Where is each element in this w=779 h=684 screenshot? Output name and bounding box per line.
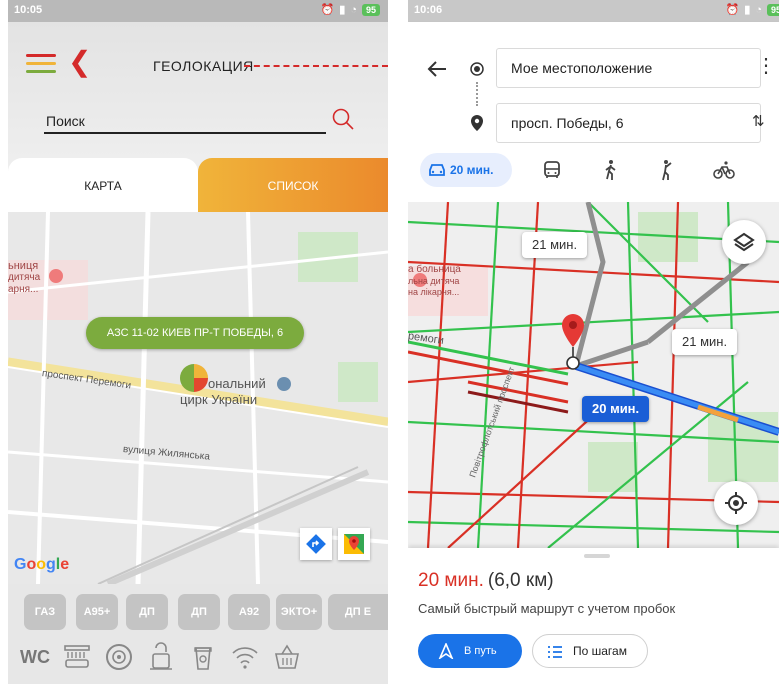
station-marker-icon[interactable] [180, 364, 208, 392]
page-title: ГЕОЛОКАЦИЯ [153, 58, 254, 74]
route-time: 20 мин. [418, 570, 484, 591]
tab-list[interactable]: СПИСОК [198, 158, 388, 212]
destination-pin-icon [471, 115, 483, 131]
list-icon [548, 646, 562, 658]
right-maps-screen: 10:06 ⏰ ▮ ◔ 95 Мое местоположение просп.… [408, 0, 779, 684]
map-label-hospital-3: арня... [8, 284, 39, 295]
alarm-icon: ⏰ [320, 4, 335, 16]
route-description: Самый быстрый маршрут с учетом пробок [418, 601, 676, 616]
tab-map[interactable]: КАРТА [8, 158, 198, 212]
map-label-hospital: ьниця [8, 260, 39, 272]
travel-modes: 20 мин. [408, 153, 779, 189]
map-label-hospital-2: дитяча [8, 272, 41, 283]
fuel-filter-a92[interactable]: А92 [228, 594, 270, 630]
signal-icon: ▮ [339, 4, 346, 16]
mode-car-time: 20 мин. [450, 163, 494, 177]
bicycle-icon[interactable] [713, 159, 735, 181]
ride-hailing-icon[interactable] [657, 159, 679, 181]
status-time: 10:05 [14, 4, 43, 16]
app-header: ❮ ГЕОЛОКАЦИЯ Поиск КАРТА СПИСОК [8, 22, 388, 212]
coffee-icon[interactable] [188, 642, 218, 672]
car-wash-icon[interactable] [62, 642, 92, 672]
main-route-time[interactable]: 20 мин. [582, 396, 650, 422]
filters-panel: ГАЗ А95+ ДП ДП А92 ЭКТО+ ДП Е WC [8, 584, 388, 684]
route-distance: (6,0 км) [487, 570, 554, 591]
walking-icon[interactable] [599, 159, 621, 181]
destination-field[interactable]: просп. Победы, 6 [496, 103, 761, 143]
fuel-filter-dp[interactable]: ДП [126, 594, 168, 630]
origin-dot-icon [470, 62, 484, 76]
origin-field[interactable]: Мое местоположение [496, 48, 761, 88]
directions-header: Мое местоположение просп. Победы, 6 ⋮ ⇅ … [408, 22, 779, 202]
fuel-filter-ekto-plus[interactable]: ЭКТО+ [276, 594, 322, 630]
back-arrow-icon[interactable]: ❮ [68, 48, 91, 76]
wifi-icon[interactable] [230, 642, 260, 672]
steps-button[interactable]: По шагам [532, 634, 648, 668]
fuel-filter-a95plus[interactable]: А95+ [76, 594, 118, 630]
my-location-button[interactable] [714, 481, 758, 525]
map-view[interactable]: ьниця дитяча арня... проспект Перемоги в… [8, 212, 388, 584]
open-google-maps-button[interactable] [338, 528, 370, 560]
map-label-circus-2: цирк України [180, 392, 258, 407]
fuel-filter-dp-e[interactable]: ДП Е [328, 594, 388, 630]
status-bar: 10:06 ⏰ ▮ ◔ 95 [408, 0, 779, 22]
map-view[interactable]: а больница льна дитяча на лікарня... рем… [408, 202, 779, 548]
wifi-status-icon: ◔ [350, 3, 357, 16]
search-input[interactable]: Поиск [44, 110, 326, 134]
car-icon [429, 164, 445, 176]
wc-icon[interactable]: WC [20, 642, 56, 672]
my-location-icon [725, 492, 747, 514]
start-navigation-button[interactable]: В путь [418, 634, 522, 668]
layers-icon [733, 232, 755, 252]
search-icon[interactable] [332, 108, 354, 130]
vacuum-icon[interactable] [146, 642, 176, 672]
tire-service-icon[interactable] [104, 642, 134, 672]
google-logo: Google [14, 556, 70, 573]
fuel-filter-dp-2[interactable]: ДП [178, 594, 220, 630]
alarm-icon: ⏰ [725, 4, 740, 16]
transit-icon[interactable] [541, 159, 563, 181]
more-options-icon[interactable]: ⋮ [756, 56, 776, 76]
directions-button[interactable] [300, 528, 332, 560]
destination-marker-icon [562, 314, 584, 370]
signal-icon: ▮ [744, 4, 751, 16]
map-label-hospital-2: льна дитяча [408, 276, 460, 286]
map-label-hospital-3: на лікарня... [408, 287, 460, 297]
start-navigation-label: В путь [464, 645, 497, 657]
battery-icon: 95 [766, 3, 779, 16]
search-placeholder: Поиск [46, 113, 85, 129]
menu-icon[interactable] [26, 54, 56, 76]
route-summary-sheet[interactable]: 20 мин. (6,0 км) Самый быстрый маршрут с … [408, 548, 779, 684]
status-icons: ⏰ ▮ ◔ 95 [321, 3, 380, 16]
swap-route-icon[interactable]: ⇅ [752, 112, 765, 130]
map-label-circus-1: ональний [208, 376, 266, 391]
layers-button[interactable] [722, 220, 766, 264]
route-duration: 20 мин. (6,0 км) [418, 570, 554, 592]
battery-icon: 95 [361, 3, 380, 16]
drag-handle[interactable] [584, 554, 610, 558]
status-time: 10:06 [414, 4, 443, 16]
navigation-arrow-icon [438, 643, 454, 659]
title-divider [244, 65, 388, 67]
station-info-pill[interactable]: АЗС 11-02 КИЕВ ПР-Т ПОБЕДЫ, 6 [86, 317, 304, 349]
status-icons: ⏰ ▮ ◔ 95 [726, 3, 779, 16]
google-maps-icon [344, 534, 364, 554]
alt-route-time-1[interactable]: 21 мин. [522, 232, 588, 258]
directions-icon [306, 534, 326, 554]
shop-basket-icon[interactable] [272, 642, 302, 672]
map-label-hospital-1: а больница [408, 264, 461, 275]
left-app-screen: 10:05 ⏰ ▮ ◔ 95 ❮ ГЕОЛОКАЦИЯ Поиск КАРТА … [8, 0, 388, 684]
alt-route-time-2[interactable]: 21 мин. [672, 329, 738, 355]
fuel-filter-gas[interactable]: ГАЗ [24, 594, 66, 630]
route-connector [476, 82, 478, 106]
steps-label: По шагам [573, 644, 627, 658]
wifi-status-icon: ◔ [755, 3, 762, 16]
back-arrow-icon[interactable] [426, 58, 448, 80]
status-bar: 10:05 ⏰ ▮ ◔ 95 [8, 0, 388, 22]
mode-car-button[interactable]: 20 мин. [420, 153, 512, 187]
